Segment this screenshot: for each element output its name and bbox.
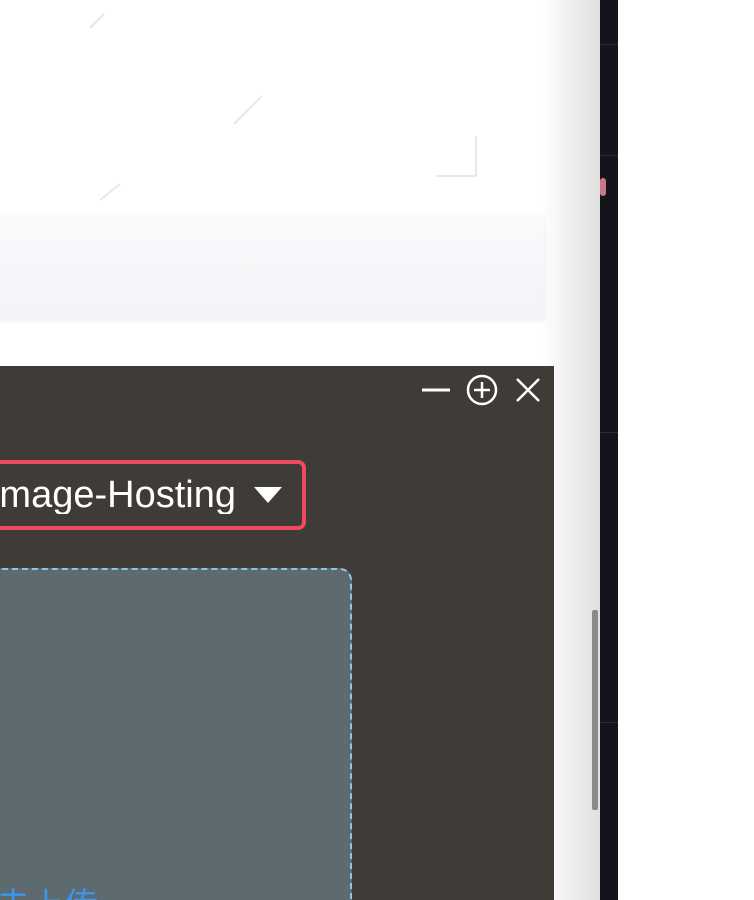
divider: [600, 432, 618, 433]
zoom-in-icon: [466, 374, 498, 406]
right-margin: [618, 0, 754, 900]
minimize-button[interactable]: [420, 376, 452, 404]
upload-link-wrap: 点击上传: [0, 878, 98, 900]
close-icon: [516, 378, 540, 402]
image-host-label-wrap: Image-Hosting: [0, 476, 236, 514]
divider: [600, 155, 618, 156]
close-button[interactable]: [512, 376, 544, 404]
image-host-selector[interactable]: Image-Hosting: [0, 460, 306, 530]
divider: [600, 722, 618, 723]
chevron-down-icon: [254, 487, 282, 503]
scrollbar-thumb[interactable]: [592, 610, 598, 810]
minimize-icon: [422, 388, 450, 392]
dark-sidebar-strip: [600, 0, 618, 900]
image-uploader-window: Image-Hosting 点击上传: [0, 366, 554, 900]
upload-drop-zone[interactable]: 点击上传: [0, 568, 352, 900]
click-to-upload-link[interactable]: 点击上传: [0, 887, 98, 900]
window-controls: [420, 374, 544, 406]
prompt-input-area[interactable]: [0, 215, 545, 320]
zoom-in-button[interactable]: [466, 374, 498, 406]
divider: [600, 44, 618, 45]
image-host-label: Image-Hosting: [0, 476, 236, 514]
screen: Image-Hosting 点击上传: [0, 0, 754, 900]
background-decoration: [89, 13, 477, 201]
sidebar-marker: [600, 178, 606, 196]
